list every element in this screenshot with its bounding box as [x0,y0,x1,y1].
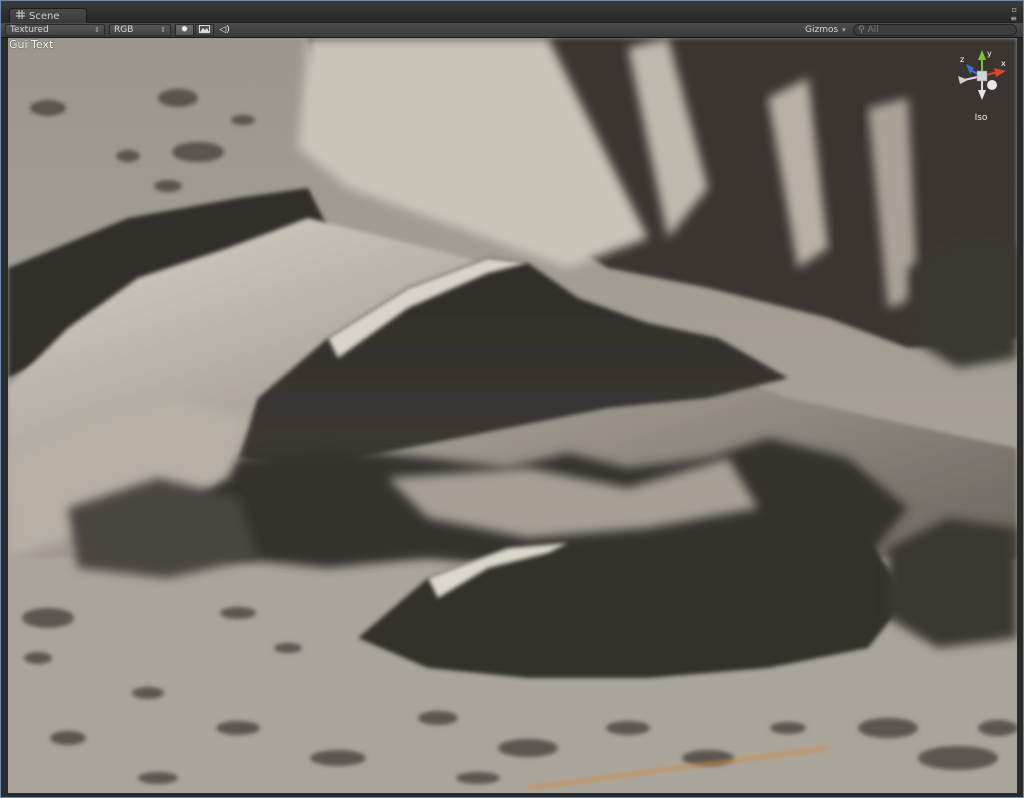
dropdown-arrow-icon: ⇕ [160,26,166,34]
x-axis-label: x [1001,59,1006,68]
search-icon: ⚲ [858,25,865,35]
window-bottom-frame [1,793,1023,797]
scene-grid-icon [16,10,25,22]
scene-toolbar: Textured ⇕ RGB ⇕ ✹ ◁) Gizmos ▾ ⚲ [1,23,1023,38]
color-mode-dropdown[interactable]: RGB ⇕ [109,24,171,36]
color-mode-value: RGB [114,25,134,35]
render-mode-dropdown[interactable]: Textured ⇕ [5,24,105,36]
search-input[interactable] [867,25,1008,35]
scene-window: Scene ▫ ≡ Textured ⇕ RGB ⇕ ✹ ◁) Gizmos ▾… [0,0,1024,798]
lighting-toggle[interactable]: ✹ [175,24,194,36]
y-axis-cone-icon[interactable] [978,50,986,60]
scene-fx-toggle[interactable] [195,24,214,36]
gui-text-label: Gui Text [9,38,54,51]
search-field[interactable]: ⚲ [853,24,1017,36]
sun-icon: ✹ [180,25,189,35]
dropdown-arrow-icon: ⇕ [94,26,100,34]
tab-scene[interactable]: Scene [9,8,87,23]
z-axis-label: z [960,55,964,64]
y-axis-label: y [987,49,992,58]
scene-viewport[interactable]: Gui Text y x z Iso [8,38,1017,794]
orientation-gizmo[interactable]: y x z [956,46,1008,106]
speaker-icon: ◁) [219,25,230,35]
image-icon [199,24,210,36]
window-controls: ▫ ≡ [1010,5,1017,23]
menu-icon[interactable]: ≡ [1010,14,1017,23]
maximize-icon[interactable]: ▫ [1010,5,1017,14]
render-mode-value: Textured [10,25,49,35]
terrain-render [8,38,1017,794]
gizmos-label: Gizmos [805,25,839,35]
tab-label: Scene [29,10,60,22]
title-bar: Scene ▫ ≡ [1,1,1023,23]
gizmos-dropdown[interactable]: Gizmos ▾ [805,24,846,36]
projection-label[interactable]: Iso [966,113,996,123]
dropdown-arrow-icon: ▾ [842,26,846,34]
audio-toggle[interactable]: ◁) [215,24,234,36]
x-axis-cone-icon[interactable] [994,68,1006,77]
